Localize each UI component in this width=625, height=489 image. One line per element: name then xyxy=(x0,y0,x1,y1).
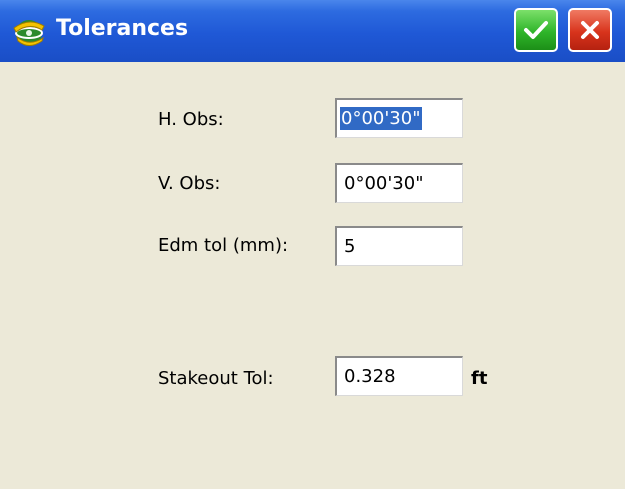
h-obs-value: 0°00'30" xyxy=(340,107,422,130)
stakeout-tol-label: Stakeout Tol: xyxy=(158,368,274,389)
stakeout-unit-label: ft xyxy=(471,368,488,389)
edm-tol-input[interactable]: 5 xyxy=(335,226,463,266)
v-obs-input[interactable]: 0°00'30" xyxy=(335,163,463,203)
v-obs-label: V. Obs: xyxy=(158,173,221,194)
close-icon xyxy=(581,21,599,39)
title-bar: Tolerances xyxy=(0,0,625,62)
cancel-button[interactable] xyxy=(568,8,612,52)
edm-tol-label: Edm tol (mm): xyxy=(158,235,289,256)
checkmark-icon xyxy=(524,21,548,39)
stakeout-tol-value: 0.328 xyxy=(344,366,396,387)
h-obs-label: H. Obs: xyxy=(158,109,224,130)
app-logo-icon xyxy=(13,20,45,46)
stakeout-tol-input[interactable]: 0.328 xyxy=(335,356,463,396)
window-title: Tolerances xyxy=(56,16,189,41)
tolerances-dialog: Tolerances H. Obs: 0°00'30" V. Obs: 0°00… xyxy=(0,0,625,489)
h-obs-input[interactable]: 0°00'30" xyxy=(335,98,463,138)
v-obs-value: 0°00'30" xyxy=(344,173,424,194)
ok-button[interactable] xyxy=(514,8,558,52)
edm-tol-value: 5 xyxy=(344,236,356,257)
